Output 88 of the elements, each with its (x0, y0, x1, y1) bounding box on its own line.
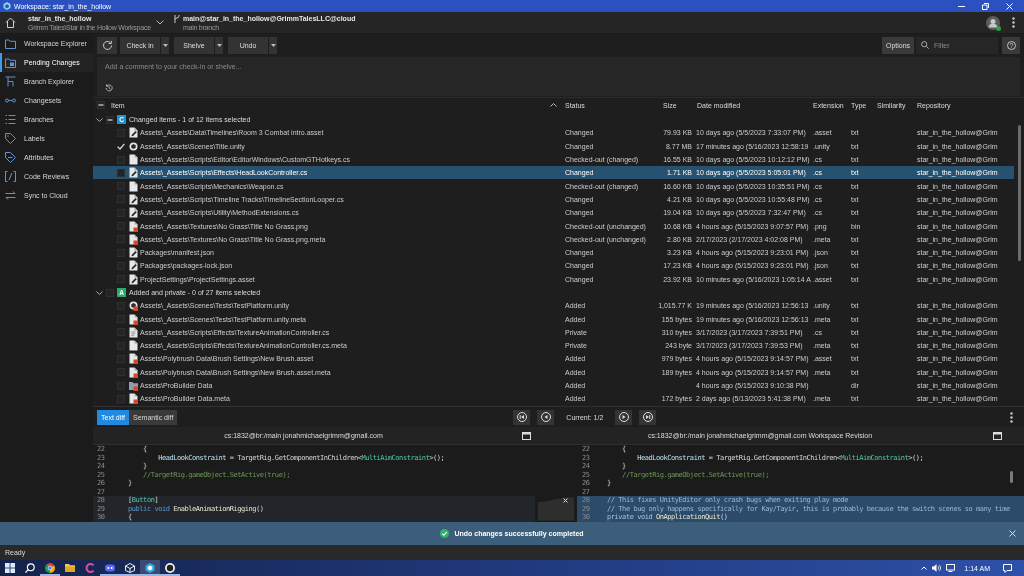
circle-logo-icon (165, 563, 175, 573)
taskbar-button[interactable] (120, 560, 140, 576)
nav-button[interactable] (639, 409, 657, 425)
tag-icon (5, 133, 16, 144)
nav-button[interactable] (513, 409, 531, 425)
edited-file-icon (129, 273, 138, 285)
edited-file-icon (129, 193, 138, 205)
color-wheel-icon (45, 563, 55, 573)
chevron-down-icon[interactable] (156, 20, 164, 25)
scene-file-icon (129, 140, 138, 152)
kebab-menu-icon[interactable] (1010, 411, 1013, 423)
success-icon (440, 529, 450, 538)
monitor-icon[interactable] (946, 564, 956, 572)
linked-dots-icon (5, 95, 16, 106)
edited-file-icon (129, 167, 138, 179)
history-icon[interactable] (105, 84, 113, 92)
window-tiles-icon (5, 563, 15, 573)
maximize-icon[interactable] (993, 431, 1002, 440)
swap-arrows-icon (5, 190, 16, 201)
caret-down-icon (216, 43, 222, 47)
chevron-icon[interactable] (96, 117, 103, 122)
branch-icon (174, 15, 180, 23)
edited-file-icon (129, 127, 138, 139)
flagged-file-icon (129, 366, 138, 378)
dropdown-button[interactable] (215, 36, 223, 54)
file-icon (129, 340, 138, 352)
speaker-icon[interactable] (932, 564, 942, 572)
flagged-folder-icon (129, 380, 138, 392)
taskbar-button[interactable] (160, 560, 180, 576)
close-icon[interactable] (1009, 530, 1016, 537)
checkbox[interactable] (106, 115, 114, 124)
caret-up-icon[interactable] (921, 566, 928, 570)
dropdown-button[interactable] (269, 36, 277, 54)
taskbar-button[interactable] (140, 560, 160, 576)
file-icon (129, 180, 138, 192)
flagged-file-icon (129, 393, 138, 405)
flagged-file-icon (129, 233, 138, 245)
user-avatar[interactable] (986, 15, 1000, 30)
taskbar-button[interactable] (40, 560, 60, 576)
hexagon-icon (145, 563, 155, 573)
restore-icon[interactable] (982, 2, 989, 10)
flagged-scene-icon (129, 300, 138, 312)
folder-icon (5, 38, 16, 49)
flagged-file-icon (129, 353, 138, 365)
nav-button[interactable] (537, 409, 555, 425)
checkbox[interactable] (117, 168, 125, 177)
checkbox[interactable] (97, 101, 105, 109)
edited-file-icon (129, 247, 138, 259)
diff-connector (538, 497, 574, 521)
maximize-icon[interactable] (522, 431, 531, 440)
skip-forward-icon (642, 412, 653, 422)
flagged-file-icon (129, 313, 138, 325)
dropdown-button[interactable] (161, 36, 169, 54)
scrollbar-thumb[interactable] (1010, 471, 1013, 483)
face-icon (105, 563, 115, 573)
minimize-icon[interactable] (958, 5, 965, 7)
help-icon (1006, 40, 1016, 50)
folder-badge-icon (5, 57, 16, 68)
code-brackets-icon (5, 171, 16, 182)
edited-file-icon (129, 260, 138, 272)
chevron-icon[interactable] (96, 290, 103, 295)
search-icon (921, 41, 929, 49)
nav-button[interactable] (615, 409, 633, 425)
refresh-button[interactable] (97, 36, 117, 54)
previous-icon (540, 412, 551, 422)
arc-icon (85, 563, 95, 573)
file-icon (129, 154, 138, 166)
text-file-icon (129, 326, 138, 338)
skip-back-icon (516, 412, 527, 422)
caret-down-icon (270, 43, 276, 47)
edited-file-icon (129, 207, 138, 219)
app-icon (3, 2, 11, 10)
search-icon (25, 563, 35, 573)
notification-icon[interactable] (1003, 563, 1012, 573)
next-icon (618, 412, 629, 422)
cube-icon (125, 563, 135, 573)
flagged-file-icon (129, 220, 138, 232)
list-icon (5, 114, 16, 125)
kebab-menu-icon[interactable] (1012, 17, 1015, 28)
help-button[interactable] (1002, 36, 1020, 54)
refresh-icon (101, 39, 113, 51)
tag-icon (5, 152, 16, 163)
sort-caret-icon[interactable] (550, 103, 557, 107)
scrollbar-thumb[interactable] (1018, 125, 1021, 261)
home-icon[interactable] (5, 17, 16, 28)
caret-down-icon (162, 43, 168, 47)
branch-tree-icon (5, 76, 16, 87)
folder-icon (65, 563, 75, 573)
